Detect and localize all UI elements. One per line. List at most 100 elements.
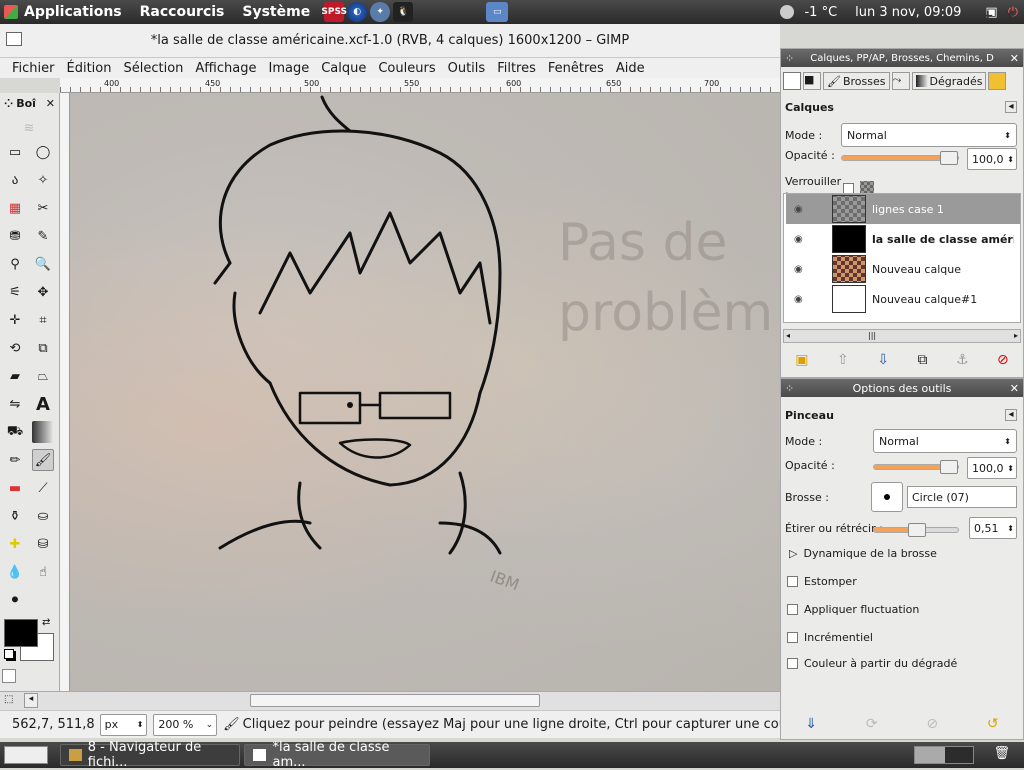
move-tool-icon[interactable]: ✥ [32, 281, 54, 303]
layer-opacity-input[interactable]: 100,0 ⬍ [967, 148, 1017, 170]
blur-tool-icon[interactable]: 💧 [4, 561, 26, 583]
rotate-tool-icon[interactable]: ⟲ [4, 337, 26, 359]
raise-layer-icon[interactable]: ⇧ [837, 352, 849, 368]
zoom-selector[interactable]: 200 % ⌄ [153, 713, 218, 736]
eraser-tool-icon[interactable]: ▬ [4, 477, 26, 499]
clone-tool-icon[interactable]: ⛀ [32, 505, 54, 527]
perspective-clone-tool-icon[interactable]: ⛁ [32, 533, 54, 555]
menu-edit[interactable]: Édition [67, 61, 112, 76]
fonts-tab-icon[interactable] [988, 72, 1007, 90]
foreground-color-swatch-top[interactable] [4, 619, 38, 647]
image-canvas[interactable]: Pas de problèm IBM [60, 93, 780, 691]
heal-tool-icon[interactable]: ✚ [4, 533, 26, 555]
eye-icon[interactable]: ◉ [794, 204, 803, 215]
brush-scale-slider[interactable] [873, 523, 959, 537]
window-menu-icon[interactable] [6, 32, 22, 46]
places-menu[interactable]: Raccourcis [140, 4, 225, 20]
menu-select[interactable]: Sélection [123, 61, 183, 76]
weather-temp[interactable]: -1 °C [804, 5, 837, 20]
quick-mask-icon[interactable]: ⬚ [4, 694, 13, 705]
menu-colors[interactable]: Couleurs [378, 61, 435, 76]
layer-row[interactable]: ◉ lignes case 1 [786, 194, 1020, 224]
close-button[interactable]: ✕ [1004, 8, 1016, 24]
slider-knob[interactable] [907, 523, 926, 537]
layer-name[interactable]: la salle de classe américain [872, 233, 1014, 246]
dock-grip-icon[interactable]: ⁘ [785, 382, 794, 395]
scissors-tool-icon[interactable]: ✂ [32, 197, 54, 219]
unit-selector[interactable]: px ⬍ [99, 713, 148, 736]
color-picker-tool-icon[interactable]: ⚲ [4, 253, 26, 275]
taskbar-item-file-browser[interactable]: 8 - Navigateur de fichi... [60, 740, 240, 770]
eye-icon[interactable]: ◉ [794, 294, 803, 305]
restore-options-icon[interactable]: ⟳ [866, 716, 878, 732]
incremental-checkbox-row[interactable]: Incrémentiel [787, 631, 873, 644]
swap-colors-icon[interactable]: ⇄ [42, 617, 50, 628]
brushes-tab[interactable]: 🖌 Brosses [823, 72, 890, 90]
ellipse-select-tool-icon[interactable]: ◯ [32, 141, 54, 163]
smudge-tool-icon[interactable]: ☝ [32, 561, 54, 583]
paths-tool-icon[interactable]: ✎ [32, 225, 54, 247]
zoom-tool-icon[interactable]: 🔍 [32, 253, 54, 275]
fuzzy-select-tool-icon[interactable]: ✧ [32, 169, 54, 191]
foreground-select-tool-icon[interactable]: ⛃ [4, 225, 26, 247]
show-desktop-icon[interactable] [4, 746, 48, 764]
eye-icon[interactable]: ◉ [794, 234, 803, 245]
free-select-tool-icon[interactable]: ა [4, 169, 26, 191]
layer-mode-select[interactable]: Normal ⬍ [841, 123, 1017, 147]
layers-list[interactable]: ◉ lignes case 1 ◉ la salle de classe amé… [783, 193, 1021, 323]
layer-row[interactable]: ◉ Nouveau calque#1 [786, 284, 1020, 314]
slider-knob[interactable] [940, 460, 958, 474]
paths-tab-icon[interactable]: ⤳ [891, 72, 910, 90]
menu-filters[interactable]: Filtres [497, 61, 536, 76]
menu-help[interactable]: Aide [616, 61, 645, 76]
dynamics-expander[interactable]: ▷ Dynamique de la brosse [789, 547, 937, 560]
rect-select-tool-icon[interactable]: ▭ [4, 141, 26, 163]
maximize-button[interactable]: + [982, 8, 994, 24]
menu-file[interactable]: Fichier [12, 61, 55, 76]
layers-tab-icon[interactable] [783, 72, 801, 90]
bucket-fill-tool-icon[interactable]: ⛟ [4, 421, 26, 443]
horizontal-ruler[interactable]: 400 450 500 550 600 650 700 [60, 78, 780, 93]
tool-mode-select[interactable]: Normal ⬍ [873, 429, 1017, 453]
align-tool-icon[interactable]: ✛ [4, 309, 26, 331]
image-nav-icon[interactable] [2, 669, 16, 683]
lower-layer-icon[interactable]: ⇩ [877, 352, 889, 368]
scroll-left-icon[interactable]: ◂ [24, 693, 38, 708]
save-options-icon[interactable]: ⇓ [805, 716, 817, 732]
duplicate-layer-icon[interactable]: ⧉ [917, 352, 927, 368]
workspace-switcher[interactable] [914, 746, 974, 764]
tux-launcher-icon[interactable]: 🐧 [393, 2, 414, 22]
perspective-tool-icon[interactable]: ⏢ [32, 365, 54, 387]
checkbox[interactable] [787, 632, 798, 643]
clock[interactable]: lun 3 nov, 09:09 [855, 5, 961, 20]
layers-hscroll[interactable]: ◂ ||| ▸ [783, 329, 1021, 343]
layer-row[interactable]: ◉ la salle de classe américain [786, 224, 1020, 254]
reset-options-icon[interactable]: ↺ [987, 716, 999, 732]
panel-menu-icon[interactable]: ◂ [1005, 101, 1017, 113]
dodge-burn-tool-icon[interactable]: ⚫ [4, 589, 26, 611]
brush-preview-button[interactable] [871, 482, 903, 512]
menu-image[interactable]: Image [268, 61, 309, 76]
close-icon[interactable]: ✕ [1010, 52, 1019, 65]
delete-layer-icon[interactable]: ⊘ [997, 352, 1009, 368]
jitter-checkbox-row[interactable]: Appliquer fluctuation [787, 603, 919, 616]
blend-tool-icon[interactable] [32, 421, 54, 443]
horizontal-scrollbar[interactable]: ⬚ ◂ [0, 691, 780, 710]
anchor-layer-icon[interactable]: ⚓ [956, 352, 969, 368]
vertical-ruler[interactable] [60, 93, 70, 691]
tool-opacity-slider[interactable] [873, 460, 959, 474]
taskbar-item-gimp[interactable]: *la salle de classe am... [244, 740, 430, 770]
scroll-left-icon[interactable]: ◂ [786, 331, 790, 340]
toolbox-close-icon[interactable]: ✕ [46, 97, 55, 110]
workspace-1[interactable] [915, 747, 945, 763]
default-colors-icon[interactable] [4, 649, 14, 659]
menu-view[interactable]: Affichage [195, 61, 256, 76]
close-icon[interactable]: ✕ [1010, 382, 1019, 395]
shear-tool-icon[interactable]: ▰ [4, 365, 26, 387]
paintbrush-tool-icon[interactable]: 🖌 [32, 449, 54, 471]
menu-layer[interactable]: Calque [321, 61, 366, 76]
layer-opacity-slider[interactable] [841, 151, 959, 165]
network-launcher-icon[interactable]: ✦ [370, 2, 391, 22]
applications-menu[interactable]: Applications [4, 4, 122, 20]
dock-grip-icon[interactable]: ⁘ [785, 52, 794, 65]
